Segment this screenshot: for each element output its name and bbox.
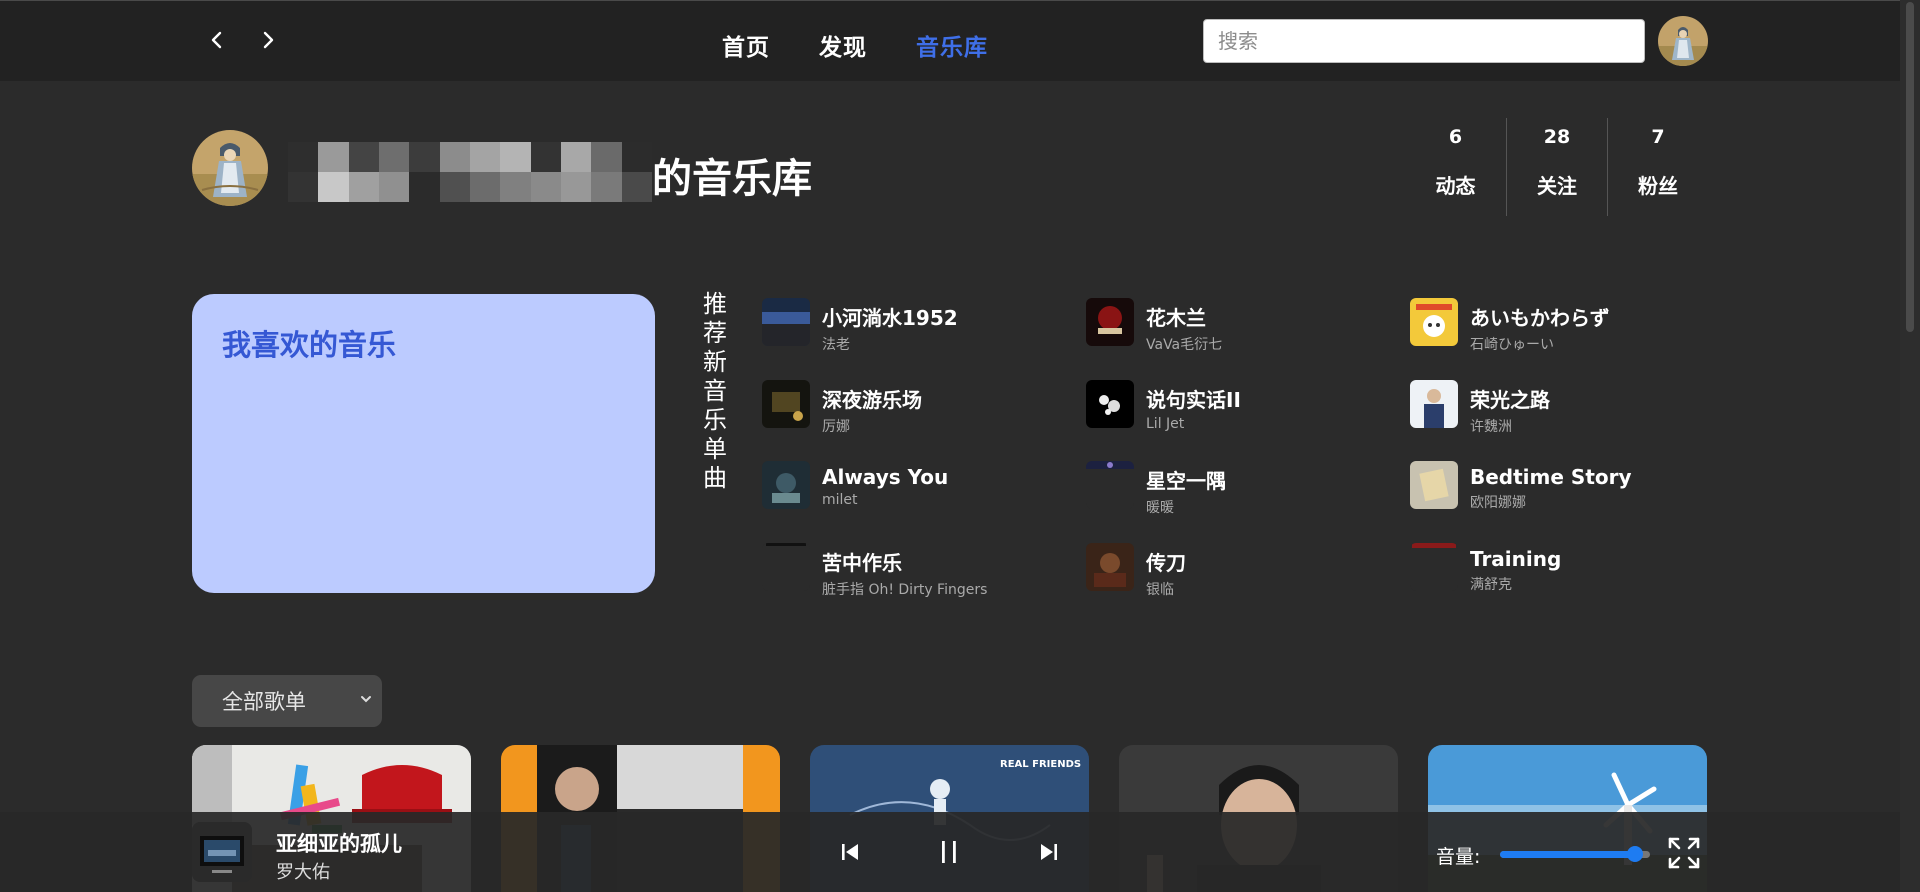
song-artist[interactable]: VaVa毛衍七 xyxy=(1146,334,1222,354)
song-name: 说句实话II xyxy=(1146,387,1241,412)
user-avatar[interactable] xyxy=(1658,16,1708,66)
filter-label: 全部歌单 xyxy=(222,690,306,714)
playlist-filter-select[interactable]: 全部歌单 xyxy=(192,675,382,727)
recommended-songs: 小河淌水1952 法老 花木兰 VaVa毛衍七 あいもかわらず 石崎ひゅーい 深… xyxy=(762,298,1710,624)
song-name: 苦中作乐 xyxy=(822,550,902,575)
main-nav: 首页 发现 音乐库 xyxy=(722,28,988,62)
song-name: 传刀 xyxy=(1146,550,1186,575)
song-artist[interactable]: 厉娜 xyxy=(822,416,922,436)
song-cover xyxy=(1410,379,1458,428)
player-bar: 亚细亚的孤儿 罗大佑 音量: xyxy=(0,812,1900,892)
song-cover xyxy=(1410,542,1458,591)
song-name: 荣光之路 xyxy=(1470,387,1550,412)
song-artist[interactable]: 法老 xyxy=(822,334,958,354)
volume-fill xyxy=(1500,851,1635,858)
top-nav-bar: 首页 发现 音乐库 xyxy=(0,0,1900,81)
song-name: 星空一隅 xyxy=(1146,469,1226,493)
volume-label: 音量: xyxy=(1436,846,1481,868)
stat-followers[interactable]: 7 粉丝 xyxy=(1607,118,1708,216)
pause-icon xyxy=(942,841,956,863)
song-cover xyxy=(762,542,810,591)
song-item[interactable]: 说句实话II Lil Jet xyxy=(1086,379,1410,462)
song-name: 深夜游乐场 xyxy=(822,387,922,412)
stat-activity[interactable]: 6 动态 xyxy=(1405,118,1506,216)
library-title: 的音乐库 xyxy=(652,156,812,202)
song-artist[interactable]: milet xyxy=(822,492,948,508)
song-item[interactable]: 深夜游乐场 厉娜 xyxy=(762,379,1086,462)
song-artist[interactable]: 暖暖 xyxy=(1146,497,1226,517)
fullscreen-icon xyxy=(1668,837,1700,869)
search-input[interactable] xyxy=(1203,19,1645,63)
volume-thumb[interactable] xyxy=(1627,846,1643,862)
now-playing-cover[interactable] xyxy=(192,822,252,882)
next-track-button[interactable] xyxy=(1029,832,1069,872)
stat-value: 7 xyxy=(1651,126,1665,148)
liked-music-title: 我喜欢的音乐 xyxy=(222,328,397,362)
song-item[interactable]: あいもかわらず 石崎ひゅーい xyxy=(1410,298,1710,380)
nav-home[interactable]: 首页 xyxy=(722,28,770,62)
profile-avatar[interactable] xyxy=(192,130,268,206)
skip-next-icon xyxy=(1041,844,1057,860)
song-name: Training xyxy=(1470,546,1562,571)
volume-slider[interactable] xyxy=(1500,843,1650,865)
song-name: Bedtime Story xyxy=(1470,465,1632,489)
song-item[interactable]: 传刀 银临 xyxy=(1086,542,1410,625)
song-name: 小河淌水1952 xyxy=(822,306,958,330)
liked-music-card[interactable]: 我喜欢的音乐 xyxy=(192,294,655,593)
song-item[interactable]: 花木兰 VaVa毛衍七 xyxy=(1086,298,1410,380)
song-item[interactable]: 小河淌水1952 法老 xyxy=(762,298,1086,380)
playlist-cover-text: REAL FRIENDS xyxy=(1000,759,1081,770)
song-artist[interactable]: 银临 xyxy=(1146,579,1186,599)
song-cover xyxy=(762,298,810,346)
song-cover xyxy=(1086,461,1134,509)
stat-following[interactable]: 28 关注 xyxy=(1506,118,1607,216)
song-artist[interactable]: Lil Jet xyxy=(1146,416,1241,432)
song-item[interactable]: 荣光之路 许魏洲 xyxy=(1410,379,1710,462)
stat-label: 动态 xyxy=(1435,174,1476,198)
song-item[interactable]: 星空一隅 暖暖 xyxy=(1086,461,1410,543)
page-scrollbar[interactable] xyxy=(1900,0,1920,892)
song-item[interactable]: 苦中作乐 脏手指 Oh! Dirty Fingers xyxy=(762,542,1086,625)
song-item[interactable]: Training 满舒克 xyxy=(1410,542,1710,625)
nav-discover[interactable]: 发现 xyxy=(819,28,867,62)
profile-stats: 6 动态 28 关注 7 粉丝 xyxy=(1405,118,1708,216)
stat-value: 28 xyxy=(1543,126,1571,148)
song-artist[interactable]: 石崎ひゅーい xyxy=(1470,334,1610,354)
nav-library[interactable]: 音乐库 xyxy=(916,28,988,62)
song-cover xyxy=(1410,461,1458,509)
song-name: Always You xyxy=(822,465,949,489)
song-cover xyxy=(762,379,810,428)
now-playing-artist[interactable]: 罗大佑 xyxy=(276,858,330,884)
song-item[interactable]: Bedtime Story 欧阳娜娜 xyxy=(1410,461,1710,543)
song-artist[interactable]: 脏手指 Oh! Dirty Fingers xyxy=(822,579,987,599)
fullscreen-button[interactable] xyxy=(1666,835,1702,871)
stat-value: 6 xyxy=(1448,126,1463,148)
chevron-left-icon[interactable] xyxy=(202,25,232,55)
song-name: 花木兰 xyxy=(1146,306,1206,330)
song-artist[interactable]: 满舒克 xyxy=(1470,574,1561,594)
song-item[interactable]: Always You milet xyxy=(762,461,1086,543)
song-cover xyxy=(1086,298,1134,346)
song-cover xyxy=(762,461,810,509)
play-pause-button[interactable] xyxy=(929,832,969,872)
song-cover xyxy=(1086,379,1134,428)
song-cover xyxy=(1086,542,1134,591)
song-artist[interactable]: 许魏洲 xyxy=(1470,416,1550,436)
skip-previous-icon xyxy=(842,844,858,860)
recommend-label: 推荐新音乐单曲 xyxy=(703,290,727,492)
song-name: あいもかわらず xyxy=(1470,306,1610,330)
stat-label: 关注 xyxy=(1537,174,1577,198)
song-cover xyxy=(1410,298,1458,346)
username-redacted xyxy=(288,142,652,202)
song-artist[interactable]: 欧阳娜娜 xyxy=(1470,492,1632,512)
stat-label: 粉丝 xyxy=(1638,174,1678,198)
scrollbar-thumb[interactable] xyxy=(1906,2,1914,332)
previous-track-button[interactable] xyxy=(830,832,870,872)
chevron-right-icon[interactable] xyxy=(253,25,283,55)
now-playing-title[interactable]: 亚细亚的孤儿 xyxy=(276,828,402,858)
chevron-down-icon xyxy=(361,696,371,703)
